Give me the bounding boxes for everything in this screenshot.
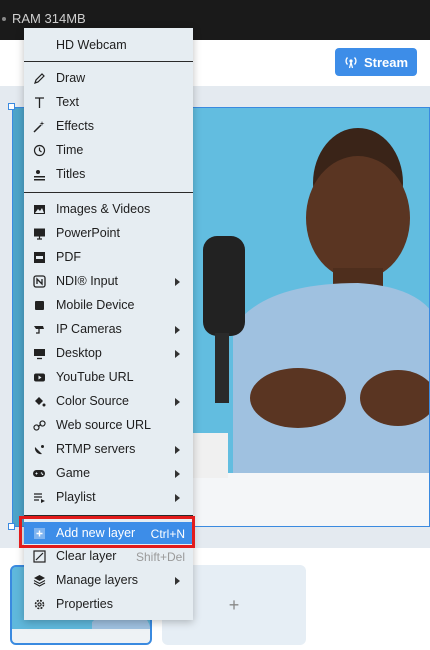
menu-separator: [24, 61, 193, 62]
menu-item-clear-layer[interactable]: Clear layer Shift+Del: [24, 545, 193, 567]
menu-label: PowerPoint: [56, 226, 120, 240]
submenu-arrow-icon: [175, 470, 180, 478]
menu-label: Desktop: [56, 346, 102, 360]
submenu-arrow-icon: [175, 278, 180, 286]
broadcast-icon: [345, 57, 357, 69]
magic-wand-icon: [32, 119, 46, 133]
menu-item-ndi-input[interactable]: NDI® Input: [24, 270, 193, 292]
menu-item-properties[interactable]: Properties: [24, 593, 193, 615]
text-icon: [32, 95, 46, 109]
menu-label: Mobile Device: [56, 298, 135, 312]
menu-label: Web source URL: [56, 418, 151, 432]
menu-item-mobile-device[interactable]: Mobile Device: [24, 294, 193, 316]
menu-label: Playlist: [56, 490, 96, 504]
paint-bucket-icon: [32, 394, 46, 408]
menu-item-ip-cameras[interactable]: IP Cameras: [24, 318, 193, 340]
mobile-device-icon: [32, 298, 46, 312]
menu-label: RTMP servers: [56, 442, 136, 456]
stream-button[interactable]: Stream: [335, 48, 417, 76]
menu-item-powerpoint[interactable]: PowerPoint: [24, 222, 193, 244]
submenu-arrow-icon: [175, 398, 180, 406]
titles-icon: [32, 167, 46, 181]
submenu-arrow-icon: [175, 494, 180, 502]
menu-item-game[interactable]: Game: [24, 462, 193, 484]
menu-separator: [24, 192, 193, 193]
status-dot-icon: [2, 16, 6, 21]
menu-label: Titles: [56, 167, 86, 181]
layers-icon: [32, 573, 46, 587]
menu-label: Properties: [56, 597, 113, 611]
menu-label: Effects: [56, 119, 94, 133]
ndi-icon: [32, 274, 46, 288]
menu-item-youtube-url[interactable]: YouTube URL: [24, 366, 193, 388]
submenu-arrow-icon: [175, 350, 180, 358]
menu-item-web-source-url[interactable]: Web source URL: [24, 414, 193, 436]
menu-item-time[interactable]: Time: [24, 139, 193, 161]
menu-item-rtmp-servers[interactable]: RTMP servers: [24, 438, 193, 460]
menu-label: Draw: [56, 71, 86, 85]
cctv-camera-icon: [32, 322, 46, 336]
plus-icon: +: [228, 594, 240, 615]
satellite-dish-icon: [32, 442, 46, 456]
menu-item-effects[interactable]: Effects: [24, 115, 193, 137]
menu-label: PDF: [56, 250, 81, 264]
ram-indicator: RAM 314MB: [2, 11, 86, 26]
link-icon: [32, 418, 46, 432]
clear-layer-icon: [32, 549, 46, 563]
menu-item-titles[interactable]: Titles: [24, 163, 193, 185]
menu-label: Manage layers: [56, 573, 138, 587]
menu-header-hd-webcam[interactable]: HD Webcam: [24, 34, 193, 56]
menu-header-label: HD Webcam: [56, 38, 127, 52]
menu-label: IP Cameras: [56, 322, 122, 336]
submenu-arrow-icon: [175, 326, 180, 334]
monitor-icon: [32, 346, 46, 360]
gamepad-icon: [32, 466, 46, 480]
menu-label: Color Source: [56, 394, 129, 408]
submenu-arrow-icon: [175, 577, 180, 585]
pencil-icon: [32, 71, 46, 85]
pdf-icon: [32, 250, 46, 264]
youtube-icon: [32, 370, 46, 384]
playlist-icon: [32, 490, 46, 504]
stream-label: Stream: [363, 54, 409, 70]
menu-item-playlist[interactable]: Playlist: [24, 486, 193, 508]
menu-label: Images & Videos: [56, 202, 151, 216]
menu-item-draw[interactable]: Draw: [24, 67, 193, 89]
menu-label: Text: [56, 95, 79, 109]
menu-item-pdf[interactable]: PDF: [24, 246, 193, 268]
menu-label: YouTube URL: [56, 370, 134, 384]
image-icon: [32, 202, 46, 216]
menu-label: Clear layer: [56, 549, 117, 563]
menu-item-desktop[interactable]: Desktop: [24, 342, 193, 364]
presentation-icon: [32, 226, 46, 240]
menu-item-color-source[interactable]: Color Source: [24, 390, 193, 412]
submenu-arrow-icon: [175, 446, 180, 454]
resize-handle-top-left[interactable]: [8, 103, 15, 110]
shortcut-label: Shift+Del: [135, 550, 185, 564]
menu-item-text[interactable]: Text: [24, 91, 193, 113]
menu-item-images-videos[interactable]: Images & Videos: [24, 198, 193, 220]
menu-item-manage-layers[interactable]: Manage layers: [24, 569, 193, 591]
ram-usage-text: RAM 314MB: [12, 11, 86, 26]
clock-icon: [32, 143, 46, 157]
menu-label: Time: [56, 143, 84, 157]
gear-icon: [32, 597, 46, 611]
menu-label: NDI® Input: [56, 274, 119, 288]
resize-handle-bottom-left[interactable]: [8, 523, 15, 530]
highlight-annotation-box: [19, 516, 195, 548]
menu-label: Game: [56, 466, 91, 480]
